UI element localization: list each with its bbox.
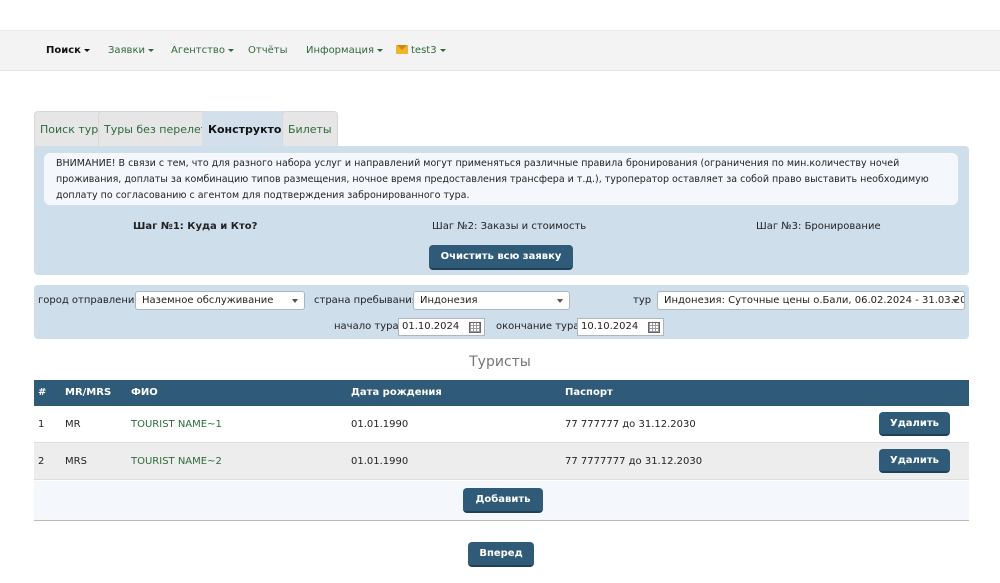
chevron-down-icon — [557, 299, 563, 303]
row-passport: 77 777777 до 31.12.2030 — [565, 419, 696, 430]
caret-down-icon — [439, 48, 446, 52]
delete-tourist-button[interactable]: Удалить — [879, 449, 950, 473]
nav-reports[interactable]: Отчёты — [248, 45, 287, 56]
nav-requests-label: Заявки — [108, 45, 145, 56]
tourists-table-header: # MR/MRS ФИО Дата рождения Паспорт — [34, 380, 969, 406]
end-date-value: 10.10.2024 — [581, 321, 639, 332]
table-row: 1 MR TOURIST NAME~1 01.01.1990 77 777777… — [34, 406, 969, 443]
step-1: Шаг №1: Куда и Кто? — [133, 221, 258, 232]
col-dob: Дата рождения — [351, 387, 442, 398]
next-button[interactable]: Вперед — [468, 542, 534, 567]
row-title: MRS — [65, 456, 87, 467]
nav-info-label: Информация — [306, 45, 375, 56]
nav-user[interactable]: test3 — [396, 45, 446, 56]
col-name: ФИО — [131, 387, 158, 398]
calendar-icon[interactable] — [648, 322, 660, 333]
tourist-name-link[interactable]: TOURIST NAME~2 — [131, 456, 222, 467]
country-select[interactable]: Индонезия — [413, 291, 570, 310]
start-date-input[interactable]: 01.10.2024 — [398, 318, 485, 336]
caret-down-icon — [148, 48, 154, 52]
nav-user-label: test3 — [411, 45, 437, 56]
clear-request-button[interactable]: Очистить всю заявку — [429, 245, 573, 270]
warning-notice: ВНИМАНИЕ! В связи с тем, что для разного… — [44, 153, 958, 205]
tour-label: тур — [633, 295, 652, 306]
row-num: 2 — [38, 456, 45, 467]
row-dob: 01.01.1990 — [351, 456, 409, 467]
nav-agency-label: Агентство — [171, 45, 225, 56]
start-date-label: начало тура — [334, 321, 399, 332]
nav-agency[interactable]: Агентство — [171, 45, 234, 56]
tourist-name-link[interactable]: TOURIST NAME~1 — [131, 419, 222, 430]
nav-requests[interactable]: Заявки — [108, 45, 154, 56]
country-value: Индонезия — [420, 295, 478, 306]
row-num: 1 — [38, 419, 45, 430]
chevron-down-icon — [292, 299, 298, 303]
col-num: # — [38, 387, 47, 398]
row-dob: 01.01.1990 — [351, 419, 409, 430]
table-row: 2 MRS TOURIST NAME~2 01.01.1990 77 77777… — [34, 443, 969, 480]
nav-search-label: Поиск — [46, 45, 81, 56]
nav-search[interactable]: Поиск — [46, 45, 90, 56]
nav-reports-label: Отчёты — [248, 45, 288, 56]
mail-icon — [396, 45, 408, 54]
step-2: Шаг №2: Заказы и стоимость — [432, 221, 587, 232]
top-navbar: Поиск Заявки Агентство Отчёты Информация… — [0, 30, 1000, 71]
departure-city-label: город отправления — [38, 295, 141, 306]
caret-down-icon — [377, 48, 384, 52]
calendar-icon[interactable] — [469, 322, 481, 333]
row-passport: 77 7777777 до 31.12.2030 — [565, 456, 703, 467]
departure-city-value: Наземное обслуживание — [142, 295, 274, 306]
tour-value: Индонезия: Суточные цены о.Бали, 06.02.2… — [664, 295, 965, 306]
col-title: MR/MRS — [65, 387, 112, 398]
step-3: Шаг №3: Бронирование — [756, 221, 881, 232]
end-date-input[interactable]: 10.10.2024 — [577, 318, 664, 336]
tour-select[interactable]: Индонезия: Суточные цены о.Бали, 06.02.2… — [657, 291, 965, 310]
end-date-label: окончание тура — [496, 321, 580, 332]
delete-tourist-button[interactable]: Удалить — [879, 412, 950, 436]
add-tourist-button[interactable]: Добавить — [463, 488, 543, 513]
caret-down-icon — [227, 48, 234, 52]
chevron-down-icon — [952, 299, 958, 303]
start-date-value: 01.10.2024 — [402, 321, 460, 332]
col-passport: Паспорт — [565, 387, 613, 398]
row-title: MR — [65, 419, 81, 430]
departure-city-select[interactable]: Наземное обслуживание — [135, 291, 305, 310]
tab-tickets[interactable]: Билеты — [282, 111, 338, 146]
country-label: страна пребывания — [314, 295, 418, 306]
tourists-title: Туристы — [469, 354, 531, 370]
nav-info[interactable]: Информация — [306, 45, 384, 56]
caret-down-icon — [83, 48, 90, 52]
